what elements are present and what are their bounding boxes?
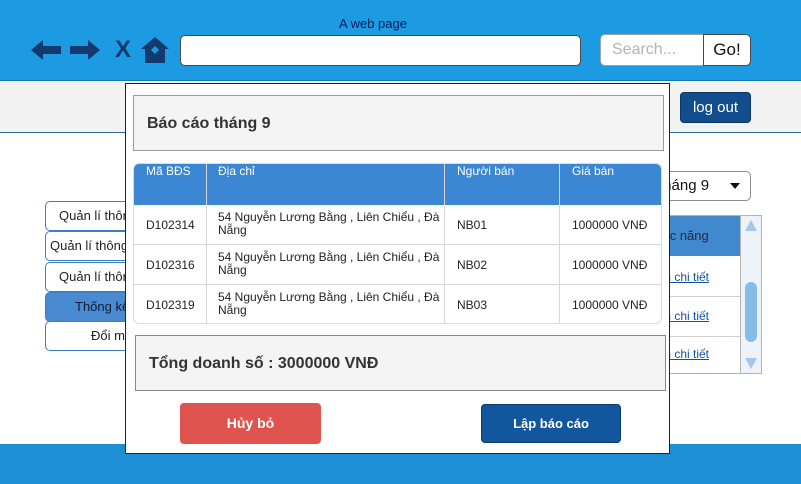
page-title: A web page xyxy=(339,16,407,31)
arrow-right-icon xyxy=(70,40,100,60)
column-header-seller: Người bán xyxy=(457,164,515,178)
cell-address: 54 Nguyễn Lương Bằng , Liên Chiểu , Đà N… xyxy=(218,290,440,317)
arrow-left-icon xyxy=(31,40,61,60)
report-table: Mã BĐS Địa chỉ Người bán Giá bán D102314… xyxy=(133,163,662,324)
cell-seller: NB02 xyxy=(457,258,488,272)
table-header: Mã BĐS Địa chỉ Người bán Giá bán xyxy=(134,164,661,205)
chevron-down-icon xyxy=(730,183,740,189)
create-report-button[interactable]: Lập báo cáo xyxy=(481,404,621,443)
back-button[interactable] xyxy=(30,36,62,64)
row-divider xyxy=(134,244,661,245)
home-icon xyxy=(141,37,169,63)
scrollbar[interactable] xyxy=(740,215,762,374)
search-input[interactable]: Search... xyxy=(600,34,704,66)
cell-price: 1000000 VNĐ xyxy=(572,258,648,272)
stop-button[interactable]: X xyxy=(111,36,135,64)
url-bar[interactable] xyxy=(180,35,581,66)
logout-button[interactable]: log out xyxy=(680,92,751,123)
total-revenue: Tổng doanh số : 3000000 VNĐ xyxy=(135,335,666,391)
cell-price: 1000000 VNĐ xyxy=(572,298,648,312)
scroll-thumb[interactable] xyxy=(745,282,757,342)
cell-address: 54 Nguyễn Lương Bằng , Liên Chiểu , Đà N… xyxy=(218,210,440,237)
browser-toolbar: A web page X Search... Go! xyxy=(0,0,801,81)
cell-address: 54 Nguyễn Lương Bằng , Liên Chiểu , Đà N… xyxy=(218,250,440,277)
column-header-code: Mã BĐS xyxy=(146,164,191,178)
scroll-down-icon[interactable] xyxy=(745,358,757,369)
close-icon: X xyxy=(114,36,131,63)
cell-price: 1000000 VNĐ xyxy=(572,218,648,232)
cell-seller: NB01 xyxy=(457,218,488,232)
cell-code: D102314 xyxy=(146,218,195,232)
cell-code: D102316 xyxy=(146,258,195,272)
scroll-up-icon[interactable] xyxy=(745,220,757,231)
home-button[interactable] xyxy=(139,36,171,64)
modal-title: Báo cáo tháng 9 xyxy=(133,95,664,151)
cell-seller: NB03 xyxy=(457,298,488,312)
row-divider xyxy=(134,284,661,285)
report-modal: Báo cáo tháng 9 Mã BĐS Địa chỉ Người bán… xyxy=(125,83,670,454)
cell-code: D102319 xyxy=(146,298,195,312)
column-header-address: Địa chỉ xyxy=(218,164,255,178)
column-header-price: Giá bán xyxy=(572,164,615,178)
cancel-button[interactable]: Hủy bỏ xyxy=(180,403,321,444)
forward-button[interactable] xyxy=(68,36,102,64)
go-button[interactable]: Go! xyxy=(703,34,751,66)
